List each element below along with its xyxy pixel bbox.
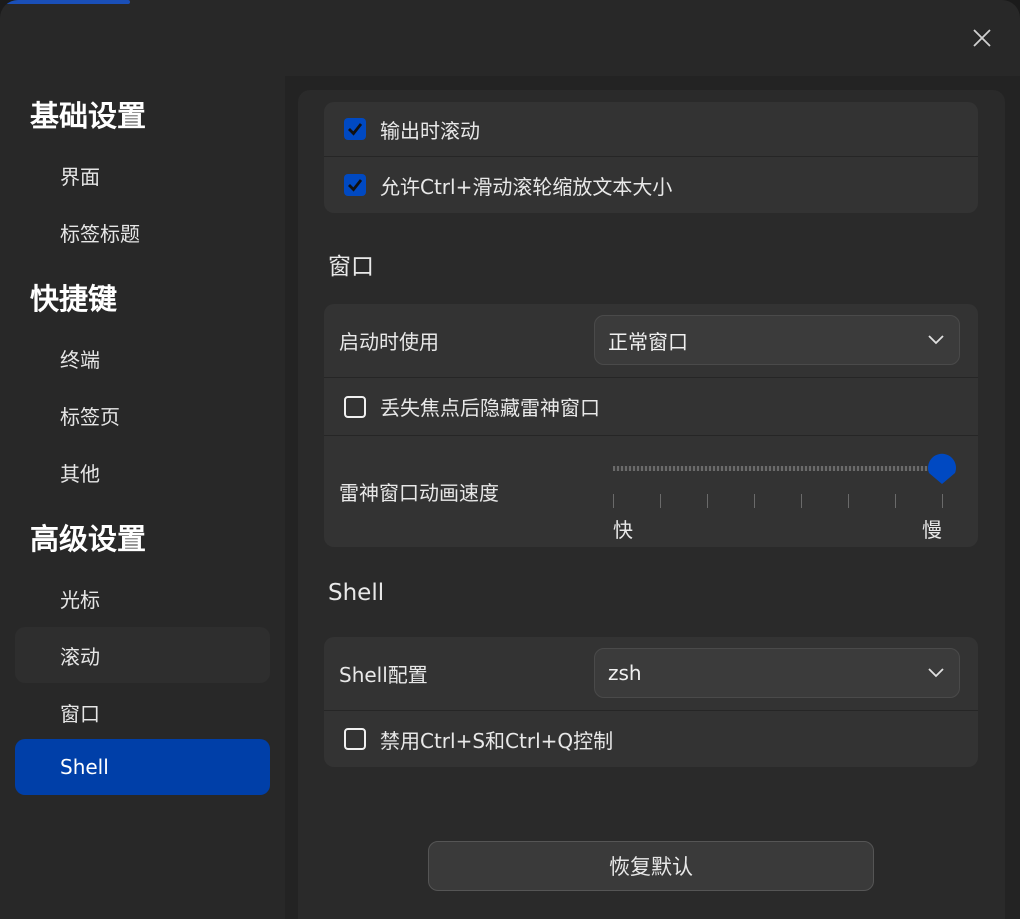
shell-config-select[interactable]: zsh [594,648,960,698]
sidebar-item-other[interactable]: 其他 [15,444,270,500]
settings-sidebar: 基础设置 界面 标签标题 快捷键 终端 标签页 其他 高级设置 光标 滚动 窗口… [0,76,285,919]
disable-flow-control-checkbox[interactable] [344,728,366,750]
sidebar-item-interface[interactable]: 界面 [15,147,270,203]
group-title-advanced: 高级设置 [30,522,147,556]
startup-mode-value: 正常窗口 [608,329,688,354]
ctrl-wheel-zoom-checkbox[interactable] [344,174,366,196]
ctrl-wheel-zoom-row[interactable]: 允许Ctrl+滑动滚轮缩放文本大小 [324,156,978,213]
sidebar-item-cursor[interactable]: 光标 [15,570,270,626]
ctrl-wheel-zoom-label: 允许Ctrl+滑动滚轮缩放文本大小 [380,174,673,199]
settings-dialog: 基础设置 界面 标签标题 快捷键 终端 标签页 其他 高级设置 光标 滚动 窗口… [0,0,1020,919]
disable-flow-control-label: 禁用Ctrl+S和Ctrl+Q控制 [380,728,614,753]
hide-on-focus-loss-checkbox[interactable] [344,395,366,418]
restore-defaults-button[interactable]: 恢复默认 [428,841,874,891]
slider-tick [895,494,896,508]
group-title-shortcuts: 快捷键 [30,282,118,316]
sidebar-item-window[interactable]: 窗口 [15,684,270,740]
startup-mode-label: 启动时使用 [339,330,439,354]
window-settings-card: 启动时使用 正常窗口 丢失焦点后隐藏雷神窗口 雷神窗口动画速度 快 慢 [324,304,978,547]
shell-settings-card: Shell配置 zsh 禁用Ctrl+S和Ctrl+Q控制 [324,637,978,767]
hide-on-focus-loss-label: 丢失焦点后隐藏雷神窗口 [380,396,600,420]
disable-flow-control-row[interactable]: 禁用Ctrl+S和Ctrl+Q控制 [324,710,978,767]
group-title-basic: 基础设置 [30,99,147,133]
slider-tick [942,494,943,508]
sidebar-item-scroll[interactable]: 滚动 [15,627,270,683]
shell-config-label: Shell配置 [339,663,428,687]
section-title-shell: Shell [328,580,385,606]
slider-tick [707,494,708,508]
window-accent-bar [0,0,130,4]
section-title-window: 窗口 [328,254,374,280]
animation-speed-max-label: 慢 [922,518,942,542]
slider-tick [754,494,755,508]
close-icon [973,29,991,47]
scroll-settings-card: 输出时滚动 允许Ctrl+滑动滚轮缩放文本大小 [324,102,978,213]
close-button[interactable] [966,22,998,54]
shell-config-value: zsh [608,661,642,685]
sidebar-item-terminal[interactable]: 终端 [15,330,270,386]
chevron-down-icon [928,335,944,345]
chevron-down-icon [928,668,944,678]
hide-on-focus-loss-row[interactable]: 丢失焦点后隐藏雷神窗口 [324,377,978,435]
animation-speed-slider-handle[interactable] [926,449,958,485]
slider-tick [848,494,849,508]
animation-speed-label: 雷神窗口动画速度 [339,481,499,505]
scroll-on-output-row[interactable]: 输出时滚动 [324,102,978,156]
animation-speed-row: 雷神窗口动画速度 [324,435,978,547]
sidebar-item-shell[interactable]: Shell [15,739,270,795]
slider-tick [613,494,614,508]
startup-mode-select[interactable]: 正常窗口 [594,315,960,365]
sidebar-item-tabs[interactable]: 标签页 [15,387,270,443]
checkmark-icon [348,179,363,192]
slider-tick [660,494,661,508]
checkmark-icon [348,123,363,136]
slider-tick [801,494,802,508]
animation-speed-min-label: 快 [613,518,633,542]
animation-speed-slider-track[interactable] [613,466,943,471]
sidebar-item-tab-title[interactable]: 标签标题 [15,204,270,260]
scroll-on-output-label: 输出时滚动 [380,118,480,143]
scroll-on-output-checkbox[interactable] [344,118,366,140]
